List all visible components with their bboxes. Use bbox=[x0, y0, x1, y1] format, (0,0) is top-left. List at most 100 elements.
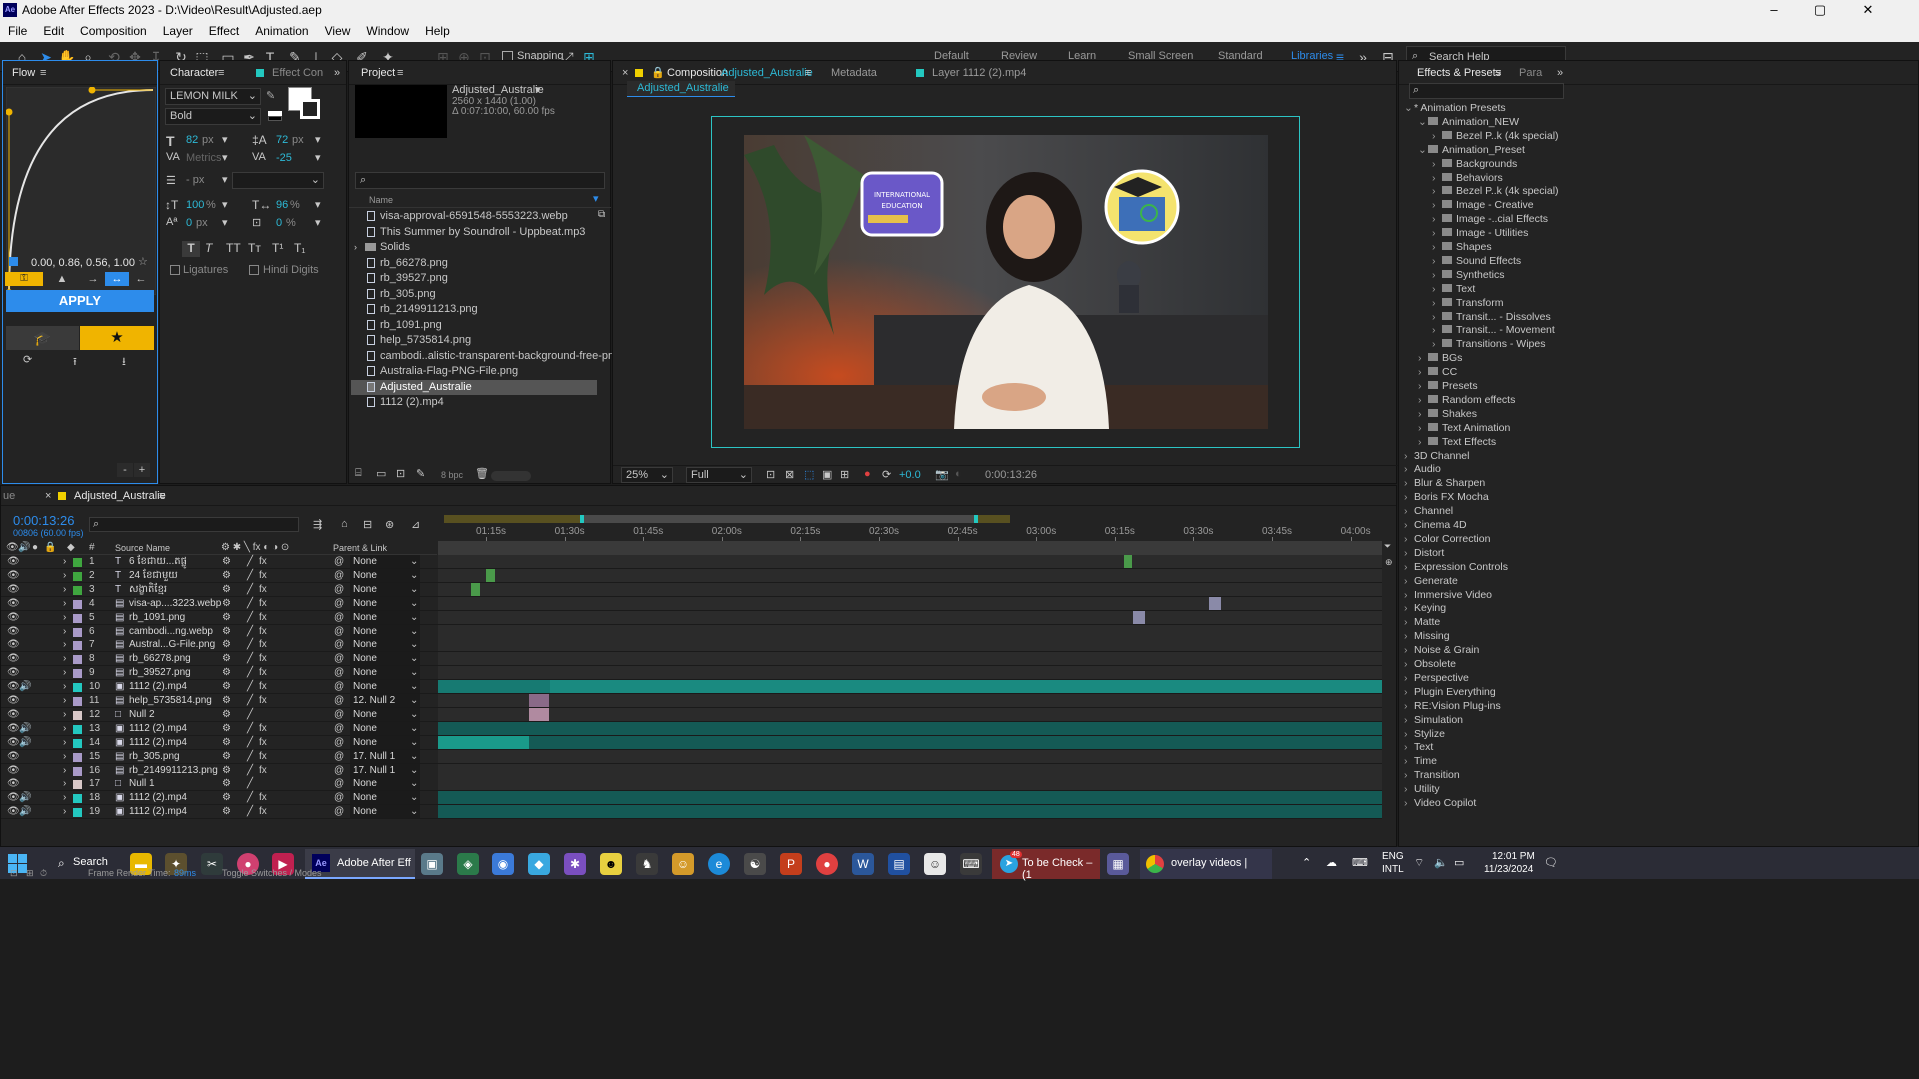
effects-tree-item[interactable]: › Transform bbox=[1432, 296, 1503, 310]
pickwhip-icon[interactable]: @ bbox=[334, 764, 344, 778]
pickwhip-icon[interactable]: @ bbox=[334, 777, 344, 791]
layer-row[interactable]: 👁 › 1 T 6 ខែជាយ...តផ្លូ ⚙ ╱ fx @ None ⌄ bbox=[1, 555, 1382, 569]
label-color-swatch[interactable] bbox=[73, 738, 82, 748]
effects-tree-item[interactable]: › Text Effects bbox=[1418, 435, 1496, 449]
timeline-comp-tab[interactable]: Adjusted_Australie bbox=[74, 486, 166, 506]
menu-edit[interactable]: Edit bbox=[35, 20, 72, 42]
chevron-right-icon[interactable]: › bbox=[63, 569, 66, 583]
effects-tree-item[interactable]: › Noise & Grain bbox=[1404, 643, 1479, 657]
zoom-range-start-handle[interactable] bbox=[580, 515, 584, 523]
chevron-right-icon[interactable]: › bbox=[1404, 699, 1414, 713]
effects-tree-item[interactable]: › Plugin Everything bbox=[1404, 685, 1496, 699]
tracking-value[interactable]: -25 bbox=[276, 152, 292, 164]
quality-switch-icon[interactable]: ╱ bbox=[247, 694, 253, 708]
project-search-input[interactable]: ⌕ bbox=[355, 172, 605, 189]
layer-track[interactable] bbox=[438, 763, 1382, 777]
ligatures-checkbox[interactable] bbox=[170, 265, 180, 275]
layer-name[interactable]: rb_305.png bbox=[129, 750, 180, 764]
effects-tree-item[interactable]: › Expression Controls bbox=[1404, 560, 1508, 574]
layer-track[interactable] bbox=[438, 638, 1382, 652]
pickwhip-icon[interactable]: @ bbox=[334, 791, 344, 805]
parent-select[interactable]: None ⌄ bbox=[350, 777, 420, 791]
chevron-right-icon[interactable]: › bbox=[1404, 546, 1414, 560]
pickwhip-icon[interactable]: @ bbox=[334, 666, 344, 680]
effects-tree-item[interactable]: › Obsolete bbox=[1404, 657, 1456, 671]
chevron-down-icon[interactable]: ⌄ bbox=[1404, 101, 1414, 115]
panel-menu-icon[interactable]: ≡ bbox=[1495, 61, 1501, 85]
fx-switch-icon[interactable]: fx bbox=[259, 555, 267, 569]
chevron-down-icon[interactable]: ▾ bbox=[315, 133, 321, 146]
chevron-right-icon[interactable]: › bbox=[1432, 171, 1442, 185]
chevron-right-icon[interactable]: › bbox=[1404, 449, 1414, 463]
fx-switch-icon[interactable]: fx bbox=[259, 569, 267, 583]
mask-visibility-icon[interactable]: ⬚ bbox=[804, 468, 814, 481]
layer-search-input[interactable]: ⌕ bbox=[89, 517, 299, 532]
effects-tree-item[interactable]: ⌄* Animation Presets bbox=[1404, 101, 1506, 115]
panel-menu-icon[interactable]: ≡ bbox=[159, 486, 165, 506]
kerning-value[interactable]: Metrics bbox=[186, 152, 221, 164]
layer-name[interactable]: help_5735814.png bbox=[129, 694, 212, 708]
chevron-right-icon[interactable]: › bbox=[1432, 129, 1442, 143]
layer-duration-bar[interactable] bbox=[529, 707, 549, 721]
chevron-right-icon[interactable]: › bbox=[1418, 379, 1428, 393]
shy-switch-icon[interactable]: ⚙ bbox=[222, 652, 231, 666]
pickwhip-icon[interactable]: @ bbox=[334, 583, 344, 597]
chevron-right-icon[interactable]: › bbox=[1404, 574, 1414, 588]
audio-icon[interactable]: 🔊 bbox=[19, 680, 31, 694]
lock-header-icon[interactable]: 🔒 bbox=[44, 541, 56, 555]
chevron-right-icon[interactable]: › bbox=[1404, 671, 1414, 685]
graduation-cap-icon[interactable]: 🎓 bbox=[6, 326, 79, 350]
network-storage-icon[interactable]: ☁ bbox=[1326, 856, 1337, 869]
exposure-reset-icon[interactable]: ⟳ bbox=[882, 468, 891, 481]
eye-icon[interactable]: 👁 bbox=[7, 722, 20, 736]
eye-icon[interactable]: 👁 bbox=[7, 736, 20, 750]
panel-menu-icon[interactable]: ≡ bbox=[40, 61, 46, 85]
stroke-width-value[interactable]: - px bbox=[186, 174, 204, 186]
solo-header-icon[interactable]: ● bbox=[32, 541, 38, 555]
effects-tree-item[interactable]: › Bezel P..k (4k special) bbox=[1432, 129, 1559, 143]
effects-tree-item[interactable]: › Video Copilot bbox=[1404, 796, 1476, 810]
current-time-display[interactable]: 0:00:13:26 bbox=[985, 469, 1037, 481]
label-color-swatch[interactable] bbox=[73, 780, 82, 790]
shy-switch-icon[interactable]: ⚙ bbox=[222, 764, 231, 778]
effects-tree-item[interactable]: › RE:Vision Plug-ins bbox=[1404, 699, 1501, 713]
audio-icon[interactable]: 🔊 bbox=[19, 736, 31, 750]
chevron-right-icon[interactable]: › bbox=[1404, 782, 1414, 796]
chevron-right-icon[interactable]: › bbox=[63, 555, 66, 569]
shy-switch-icon[interactable]: ⚙ bbox=[222, 597, 231, 611]
parent-select[interactable]: None ⌄ bbox=[350, 721, 420, 735]
pinned-app-icon[interactable]: ▤ bbox=[888, 853, 910, 875]
label-color-swatch[interactable] bbox=[73, 710, 82, 720]
trash-icon[interactable]: 🗑 bbox=[475, 467, 489, 480]
chevron-right-icon[interactable]: › bbox=[1404, 518, 1414, 532]
layer-track[interactable] bbox=[438, 694, 1382, 707]
flow-tab[interactable]: Flow bbox=[12, 61, 35, 85]
shy-switch-icon[interactable]: ⚙ bbox=[222, 694, 231, 708]
shy-switch-icon[interactable]: ⚙ bbox=[222, 791, 231, 805]
magnification-select[interactable]: 25% ⌄ bbox=[621, 467, 673, 483]
fx-switch-icon[interactable]: fx bbox=[259, 680, 267, 694]
parent-select[interactable]: None ⌄ bbox=[350, 624, 420, 638]
quality-switch-icon[interactable]: ╱ bbox=[247, 708, 253, 722]
close-button[interactable]: ✕ bbox=[1845, 0, 1891, 20]
word-icon[interactable]: W bbox=[852, 853, 874, 875]
quality-switch-icon[interactable]: ╱ bbox=[247, 777, 253, 791]
zoom-range-bar[interactable] bbox=[580, 515, 974, 523]
shy-switch-icon[interactable]: ⚙ bbox=[222, 750, 231, 764]
eye-icon[interactable]: 👁 bbox=[7, 597, 20, 611]
shy-switch-icon[interactable]: ⚙ bbox=[222, 805, 231, 819]
pinned-app-icon[interactable]: ☺ bbox=[924, 853, 946, 875]
fx-switch-icon[interactable]: fx bbox=[259, 791, 267, 805]
chevron-right-icon[interactable]: › bbox=[1432, 337, 1442, 351]
chevron-right-icon[interactable]: › bbox=[1404, 643, 1414, 657]
layer-name[interactable]: Null 1 bbox=[129, 777, 155, 791]
layer-row[interactable]: 👁 › 12 □ Null 2 ⚙ ╱ @ None ⌄ bbox=[1, 707, 1382, 722]
menu-layer[interactable]: Layer bbox=[155, 20, 201, 42]
chevron-down-icon[interactable]: ▾ bbox=[222, 216, 228, 229]
eye-icon[interactable]: 👁 bbox=[7, 805, 20, 819]
effects-tree-item[interactable]: › Blur & Sharpen bbox=[1404, 476, 1485, 490]
maximize-button[interactable]: ▢ bbox=[1797, 0, 1843, 20]
chevron-right-icon[interactable]: › bbox=[1432, 323, 1442, 337]
menu-animation[interactable]: Animation bbox=[247, 20, 316, 42]
quality-switch-icon[interactable]: ╱ bbox=[247, 722, 253, 736]
